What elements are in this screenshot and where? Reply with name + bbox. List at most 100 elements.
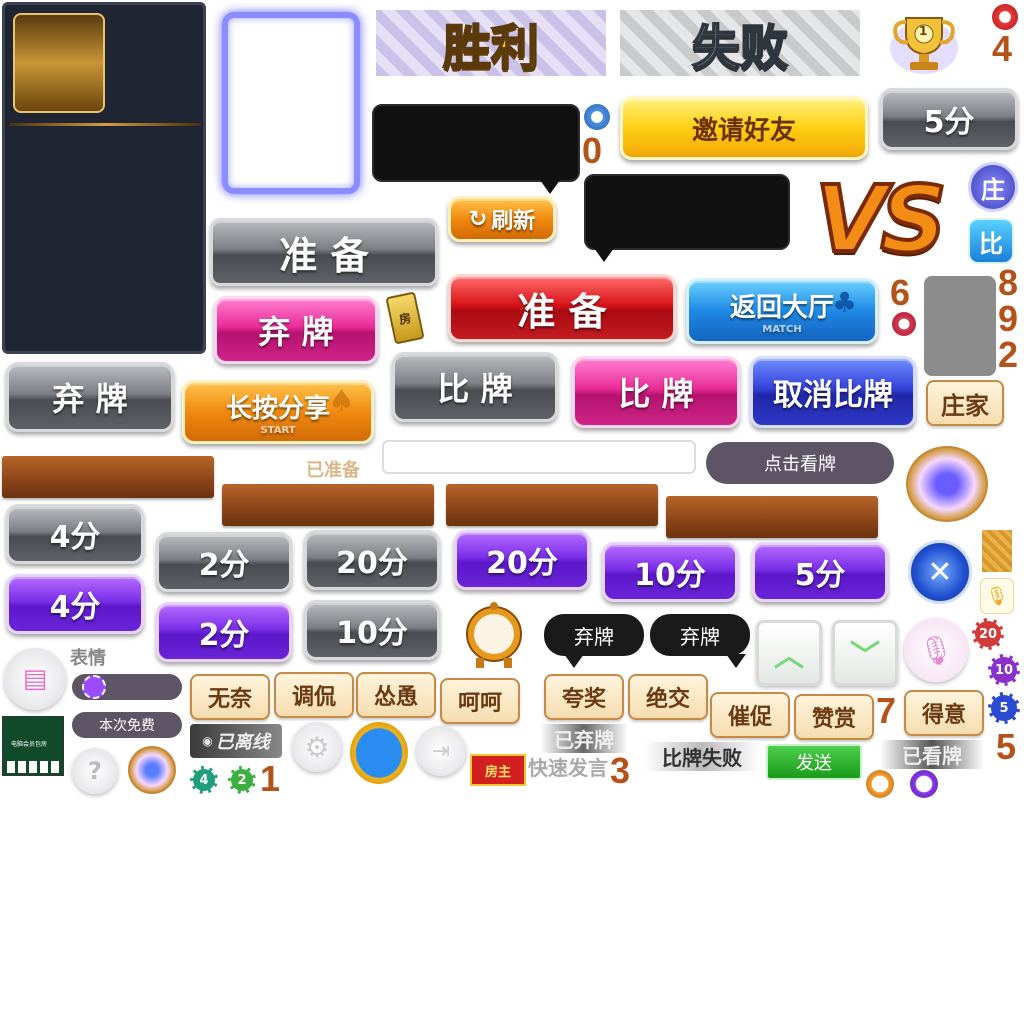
wood-bar-2 [222,484,434,526]
chip-10-label: 10 [994,662,1014,678]
thumbnail-title: 电脑会员包房 [11,741,48,748]
chip-5: 5 [988,692,1020,724]
digit-1: 1 [260,758,281,799]
card-back-small [980,528,1014,574]
dealer-circle-badge: 庄 [968,162,1018,212]
chevron-down-button[interactable]: ﹀ [832,620,898,686]
phrase-button-1[interactable]: 调侃 [274,672,354,718]
phrase-label: 催促 [727,705,772,730]
back-lobby-label: 返回大厅 [729,293,834,323]
click-view-cards-button[interactable]: 点击看牌 [706,442,894,484]
chevron-up-icon: ︿ [774,639,804,674]
vs-logo: VS [794,164,962,275]
vs-text: VS [813,164,949,275]
dealer-label: 庄家 [926,380,1004,426]
phrase-button-4[interactable]: 夸奖 [544,674,624,720]
speech-bubble-fold-2: 弃牌 [650,614,750,656]
glow-card-frame [222,12,360,194]
game-thumbnail: 电脑会员包房 [2,716,64,776]
digit-6: 6 [890,272,911,313]
score-button-purple-10[interactable]: 10分 [602,542,738,602]
compare-gray-label: 比 牌 [437,370,513,408]
avatar-frame [350,722,408,784]
score-button-gray-4[interactable]: 4分 [6,504,144,564]
progress-slot [72,674,182,700]
invite-friends-button[interactable]: 邀请好友 [620,96,868,160]
score-label: 2分 [198,548,250,583]
phrase-button-3[interactable]: 呵呵 [440,678,520,724]
compare-button-pink[interactable]: 比 牌 [572,356,740,428]
status-compare-failed: 比牌失败 [644,742,760,771]
speech-bubble-fold-1: 弃牌 [544,614,644,656]
phrase-button-0[interactable]: 无奈 [190,674,270,720]
score-label: 10分 [336,616,408,651]
chevron-up-button[interactable]: ︿ [756,620,822,686]
victory-banner: 胜利 [376,10,606,77]
phrase-button-5[interactable]: 绝交 [628,674,708,720]
cancel-compare-label: 取消比牌 [773,378,893,413]
red-indicator-dot [992,4,1018,30]
phrase-label: 怂恿 [373,685,418,710]
speech-bubble-large-2 [584,174,790,250]
offline-badge: ◉ 已离线 [190,724,282,758]
emoji-button[interactable]: ▤ [4,648,66,710]
phrase-label: 赞赏 [811,707,856,732]
refresh-button[interactable]: ↻ 刷新 [448,196,556,242]
score-button-purple-5[interactable]: 5分 [752,542,888,602]
score-button-gray-20[interactable]: 20分 [304,530,440,590]
digit-2: 2 [998,334,1019,375]
score-button-gray-5[interactable]: 5分 [880,88,1018,150]
phrase-label: 绝交 [645,687,690,712]
score-button-purple-4[interactable]: 4分 [6,574,144,634]
empty-input-bar[interactable] [382,440,696,474]
room-tag-label: 房 [397,310,413,327]
phrase-button-7[interactable]: 赞赏 [794,694,874,740]
fold-label: 弃 牌 [258,313,334,351]
settings-button[interactable]: ⚙ [292,722,342,772]
send-button[interactable]: 发送 [766,744,862,780]
score-button-purple-20[interactable]: 20分 [454,530,590,590]
help-button[interactable]: ? [72,748,118,794]
ready-button-gray[interactable]: 准 备 [210,218,438,286]
phrase-label: 夸奖 [561,687,606,712]
ready-button-red[interactable]: 准 备 [448,274,676,342]
phrase-button-2[interactable]: 怂恿 [356,672,436,718]
club-suit-icon: ♣ [832,286,858,319]
chip-20: 20 [972,618,1004,650]
score-label: 5分 [923,105,975,140]
chip-5-label: 5 [999,700,1009,716]
fold-button-gray[interactable]: 弃 牌 [6,362,174,432]
digit-0: 0 [582,130,603,171]
microphone-round-button[interactable]: 🎙 [904,618,968,682]
compare-button-gray[interactable]: 比 牌 [392,352,558,422]
chip-2: 2 [228,766,256,794]
free-this-time-label: 本次免费 [99,718,155,734]
status-ready: 已准备 [306,460,360,481]
silver-dot [584,104,610,130]
close-button[interactable]: ✕ [908,540,972,604]
offline-label: 已离线 [215,732,270,753]
free-this-time-badge: 本次免费 [72,712,182,738]
send-label: 发送 [796,753,832,774]
purple-dot [910,770,938,798]
score-label: 5分 [794,558,846,593]
compare-pink-label: 比 牌 [618,375,694,413]
invite-friends-label: 邀请好友 [691,115,796,146]
wood-bar-4 [666,496,878,538]
click-view-cards-label: 点击看牌 [764,454,836,475]
phrase-button-8[interactable]: 得意 [904,690,984,736]
long-press-share-label: 长按分享 [225,394,330,424]
phrase-button-6[interactable]: 催促 [710,692,790,738]
dealer-circle-label: 庄 [981,175,1005,204]
fold-button-pink[interactable]: 弃 牌 [214,296,378,364]
defeat-banner: 失败 [620,10,860,77]
wood-bar-3 [446,484,658,526]
cancel-compare-button[interactable]: 取消比牌 [750,356,916,428]
score-button-purple-2[interactable]: 2分 [156,602,292,662]
wifi-icon: ◉ [202,734,213,748]
status-folded: 已弃牌 [540,724,628,753]
score-button-gray-10[interactable]: 10分 [304,600,440,660]
microphone-small-button[interactable]: 🎙 [980,578,1014,614]
score-button-gray-2[interactable]: 2分 [156,532,292,592]
exit-button[interactable]: ⇥ [416,726,466,776]
